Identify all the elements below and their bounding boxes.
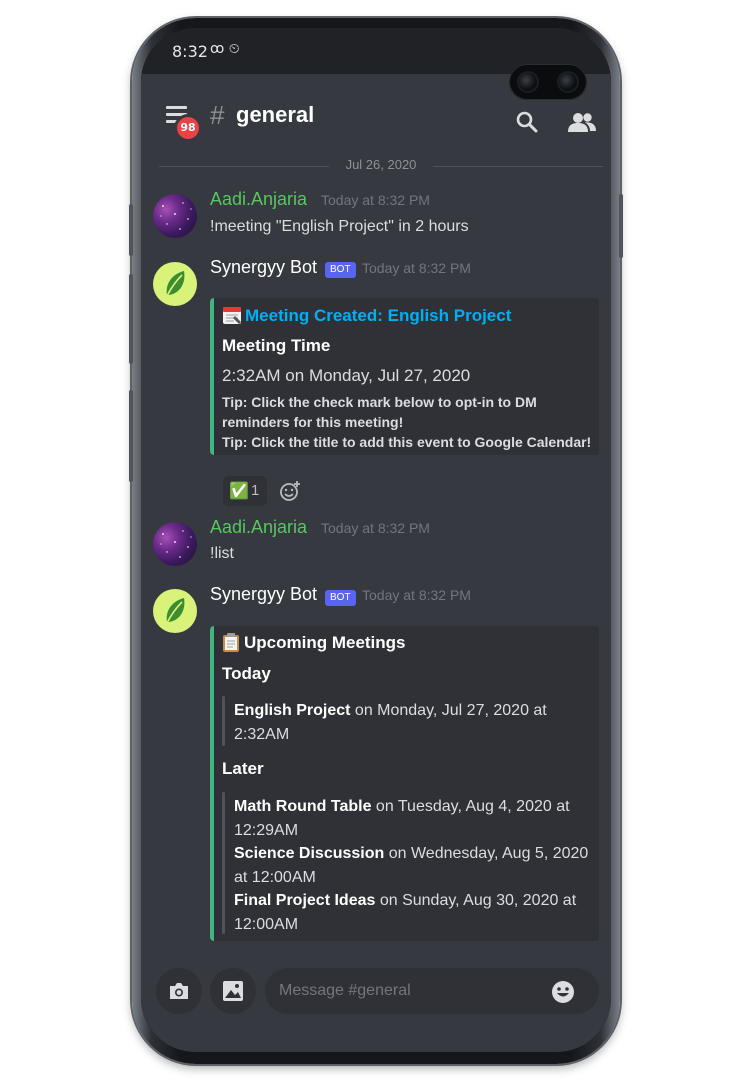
meeting-name: Science Discussion	[234, 845, 385, 862]
timestamp: Today at 8:32 PM	[321, 192, 430, 208]
today-section-label: Today	[222, 664, 271, 683]
meeting-when: on Sunday, Aug 30, 2020 at	[375, 892, 577, 909]
meeting-name: English Project	[234, 702, 351, 719]
quote-bar	[222, 792, 225, 934]
embed-title-link[interactable]: Meeting Created: English Project	[245, 306, 511, 326]
quote-bar	[222, 696, 225, 746]
bot-username[interactable]: Synergyy Bot	[210, 257, 317, 278]
meeting-item: English Project on Monday, Jul 27, 2020 …	[234, 702, 547, 720]
leaf-icon	[166, 598, 185, 624]
volume-down-button	[129, 274, 133, 364]
bot-tag: BOT	[325, 590, 356, 606]
message-content: !meeting "English Project" in 2 hours	[210, 218, 469, 235]
meeting-item: Final Project Ideas on Sunday, Aug 30, 2…	[234, 892, 576, 910]
status-icons: ꝏ ⏲	[210, 41, 240, 57]
avatar[interactable]	[153, 194, 197, 238]
message-input[interactable]	[265, 968, 599, 1014]
message-content: !list	[210, 545, 234, 562]
upcoming-meetings-embed: Upcoming Meetings Today English Project …	[210, 626, 599, 941]
embed-title: Upcoming Meetings	[244, 633, 406, 652]
search-icon[interactable]	[515, 110, 539, 134]
galaxy-avatar-image	[160, 202, 192, 230]
meeting-when-cont: 12:00AM	[234, 916, 299, 933]
meeting-when-cont: 12:29AM	[234, 822, 299, 839]
message-composer	[141, 968, 611, 1052]
embed-tip-line: Tip: Click the title to add this event t…	[222, 434, 592, 450]
discord-app: 8:32 ꝏ ⏲ 98 # general Jul 26, 2020 Aadi.…	[141, 28, 611, 1052]
embed-tip-line: Tip: Click the check mark below to opt-i…	[222, 394, 537, 410]
meeting-when-cont: at 12:00AM	[234, 869, 316, 886]
timestamp: Today at 8:32 PM	[321, 520, 430, 536]
bot-tag: BOT	[325, 262, 356, 278]
timestamp: Today at 8:32 PM	[362, 587, 471, 603]
meeting-name: Final Project Ideas	[234, 892, 376, 909]
mention-badge: 98	[177, 117, 199, 139]
embed-field-value: 2:32AM on Monday, Jul 27, 2020	[222, 366, 471, 385]
username[interactable]: Aadi.Anjaria	[210, 189, 307, 210]
later-section-label: Later	[222, 759, 264, 778]
front-camera	[509, 64, 587, 100]
date-divider-label: Jul 26, 2020	[337, 157, 425, 172]
leaf-icon	[166, 271, 185, 297]
bot-avatar[interactable]	[153, 262, 197, 306]
avatar[interactable]	[153, 522, 197, 566]
meeting-created-embed: Meeting Created: English Project Meeting…	[210, 298, 599, 455]
reaction-check[interactable]: ✅ 1	[223, 476, 267, 506]
channel-name[interactable]: general	[236, 102, 314, 128]
embed-field-name: Meeting Time	[222, 336, 331, 355]
power-button	[619, 194, 623, 258]
screen: 8:32 ꝏ ⏲ 98 # general Jul 26, 2020 Aadi.…	[141, 28, 611, 1052]
camera-button[interactable]	[156, 968, 202, 1014]
camera-icon	[170, 983, 188, 999]
bot-avatar[interactable]	[153, 589, 197, 633]
emoji-icon[interactable]	[551, 980, 575, 1004]
meeting-when: on Monday, Jul 27, 2020 at	[350, 702, 547, 719]
username[interactable]: Aadi.Anjaria	[210, 517, 307, 538]
meeting-item: Math Round Table on Tuesday, Aug 4, 2020…	[234, 798, 570, 816]
add-reaction-icon[interactable]	[279, 480, 301, 502]
date-divider: Jul 26, 2020	[159, 156, 603, 176]
galaxy-avatar-image	[160, 530, 192, 558]
meeting-when: on Wednesday, Aug 5, 2020	[384, 845, 589, 862]
embed-tip-line: reminders for this meeting!	[222, 414, 404, 430]
status-time: 8:32	[172, 42, 208, 61]
image-icon	[223, 981, 243, 1001]
meeting-when-cont: 2:32AM	[234, 726, 290, 743]
phone-frame: 8:32 ꝏ ⏲ 98 # general Jul 26, 2020 Aadi.…	[129, 18, 623, 1064]
meeting-when: on Tuesday, Aug 4, 2020 at	[371, 798, 570, 815]
reaction-count: 1	[251, 482, 260, 499]
clipboard-icon	[223, 633, 239, 652]
members-icon[interactable]	[568, 112, 596, 134]
meeting-name: Math Round Table	[234, 798, 372, 815]
check-mark-icon: ✅	[229, 483, 249, 500]
timestamp: Today at 8:32 PM	[362, 260, 471, 276]
calendar-icon	[223, 307, 241, 324]
bot-username[interactable]: Synergyy Bot	[210, 584, 317, 605]
image-button[interactable]	[210, 968, 256, 1014]
channel-hash-icon: #	[210, 100, 225, 130]
volume-button	[129, 204, 133, 256]
bixby-button	[129, 390, 133, 482]
meeting-item: Science Discussion on Wednesday, Aug 5, …	[234, 845, 588, 863]
